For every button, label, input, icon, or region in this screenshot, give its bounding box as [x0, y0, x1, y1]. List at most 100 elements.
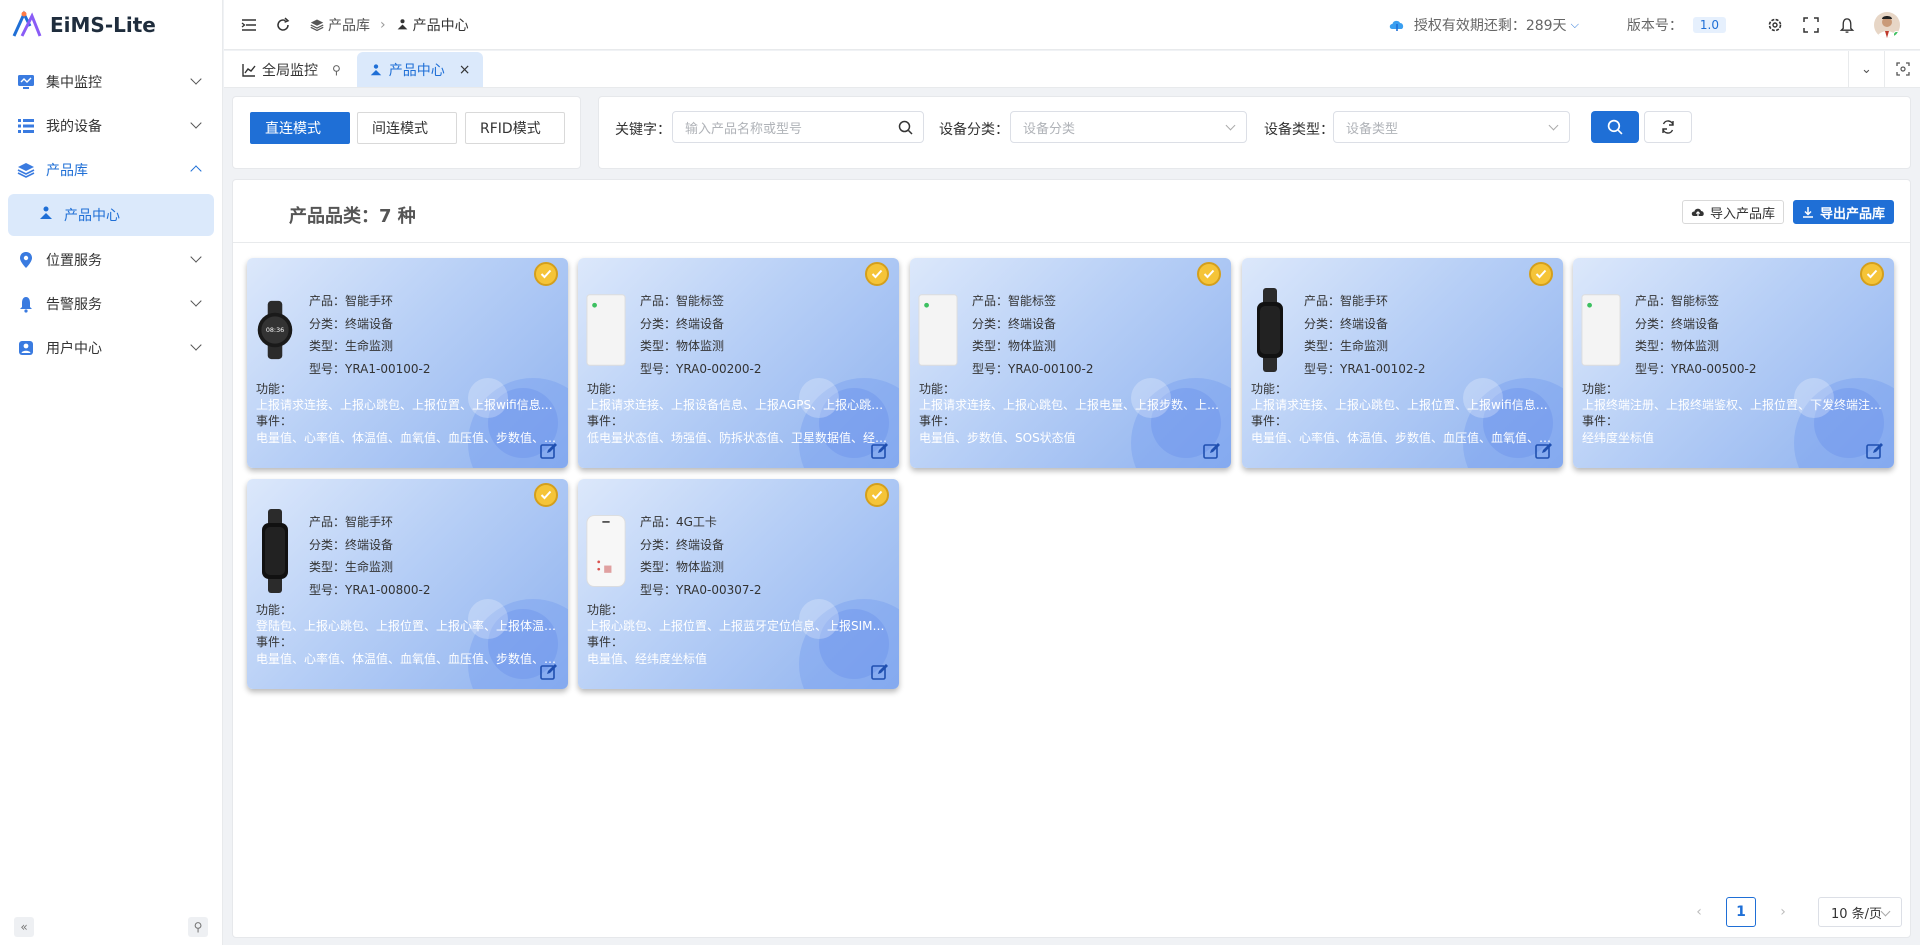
edit-icon[interactable] — [871, 442, 889, 460]
edit-icon[interactable] — [1866, 442, 1884, 460]
product-card[interactable]: 产品：智能标签 分类：终端设备 类型：物体监测 型号：YRA0-00100-2 … — [910, 258, 1231, 468]
notification-bell-icon[interactable] — [1838, 16, 1856, 34]
tab-label: 产品中心 — [388, 62, 445, 79]
product-panel-header: 产品品类：7 种 导入产品库 导出产品库 — [233, 180, 1910, 243]
tab-global-monitor[interactable]: 全局监控 ⚲ — [230, 52, 353, 87]
direct-mode-button[interactable]: 直连模式 — [250, 112, 350, 144]
refresh-icon[interactable] — [274, 16, 292, 34]
chevron-down-icon — [1225, 120, 1236, 131]
events-value: 电量值、心率值、体温值、血氧值、血压值、步数值、… — [256, 652, 557, 666]
menu-toggle-icon[interactable] — [240, 16, 258, 34]
reset-button[interactable] — [1644, 111, 1692, 143]
keyword-placeholder: 输入产品名称或型号 — [685, 121, 803, 137]
events-value: 电量值、经纬度坐标值 — [587, 652, 708, 666]
sidebar-item-location[interactable]: 位置服务 — [0, 238, 222, 282]
avatar[interactable] — [1874, 12, 1900, 38]
breadcrumb-parent[interactable]: 产品库 — [328, 15, 370, 35]
verified-badge-icon — [865, 483, 889, 507]
device-image — [586, 290, 626, 370]
prev-page-icon[interactable]: ‹ — [1684, 897, 1714, 927]
sidebar-item-product-center[interactable]: 产品中心 — [8, 194, 214, 236]
search-icon[interactable] — [898, 120, 913, 135]
product-model: 型号：YRA0-00100-2 — [972, 361, 1094, 376]
sidebar-item-devices[interactable]: 我的设备 — [0, 104, 222, 148]
device-image: 08:36 — [255, 290, 295, 370]
product-card[interactable]: 08:36 产品：智能手环 分类：终端设备 类型：生命监测 型号：YRA1-00… — [247, 258, 568, 468]
screenshot-icon[interactable] — [1884, 51, 1920, 87]
sidebar-item-alarm[interactable]: 告警服务 — [0, 282, 222, 326]
monitor-icon — [16, 72, 36, 92]
pin-icon[interactable]: ⚲ — [332, 63, 341, 77]
product-name: 产品：智能手环 — [309, 515, 394, 529]
logo: EiMS-Lite — [0, 0, 222, 50]
settings-icon[interactable] — [1766, 16, 1784, 34]
product-card[interactable]: 产品：智能标签 分类：终端设备 类型：物体监测 型号：YRA0-00200-2 … — [578, 258, 899, 468]
events-label: 事件： — [1582, 414, 1619, 428]
breadcrumb-current: 产品中心 — [412, 17, 469, 34]
product-name: 产品：智能手环 — [309, 294, 394, 308]
edit-icon[interactable] — [871, 663, 889, 681]
edit-icon[interactable] — [540, 442, 558, 460]
sidebar-item-user-center[interactable]: 用户中心 — [0, 326, 222, 370]
tab-bar: 全局监控 ⚲ 产品中心 × ⌄ — [224, 51, 1920, 88]
sidebar: EiMS-Lite 集中监控 我的设备 产品库 产品中心 位置服务 告警服务 用… — [0, 0, 223, 945]
sidebar-item-monitor[interactable]: 集中监控 — [0, 60, 222, 104]
page-size-select[interactable]: 10 条/页 — [1818, 897, 1902, 927]
close-icon[interactable]: × — [459, 62, 471, 78]
product-name: 产品：智能标签 — [972, 294, 1057, 308]
download-icon — [1803, 207, 1813, 218]
chevron-down-icon: ⌵ — [1570, 18, 1579, 31]
svg-text:08:36: 08:36 — [266, 327, 284, 334]
page-number[interactable]: 1 — [1726, 897, 1756, 927]
sidebar-item-label: 产品中心 — [64, 208, 120, 224]
functions-label: 功能： — [1582, 382, 1619, 396]
next-page-icon[interactable]: › — [1768, 897, 1798, 927]
type-select[interactable]: 设备类型 — [1333, 111, 1570, 143]
product-card[interactable]: 产品：智能手环 分类：终端设备 类型：生命监测 型号：YRA1-00102-2 … — [1242, 258, 1563, 468]
keyword-input[interactable]: 输入产品名称或型号 — [672, 111, 924, 143]
verified-badge-icon — [865, 262, 889, 286]
product-card[interactable]: 产品：智能手环 分类：终端设备 类型：生命监测 型号：YRA1-00800-2 … — [247, 479, 568, 689]
keyword-label: 关键字： — [615, 122, 671, 138]
logo-icon — [12, 10, 42, 37]
rfid-mode-button[interactable]: RFID模式 — [465, 112, 565, 144]
fullscreen-icon[interactable] — [1802, 16, 1820, 34]
pin-icon[interactable]: ⚲ — [188, 917, 208, 937]
tab-dropdown-icon[interactable]: ⌄ — [1848, 51, 1884, 87]
import-button[interactable]: 导入产品库 — [1682, 200, 1785, 224]
product-model: 型号：YRA0-00200-2 — [640, 361, 762, 376]
edit-icon[interactable] — [1535, 442, 1553, 460]
edit-icon[interactable] — [540, 663, 558, 681]
device-image — [1581, 290, 1621, 370]
functions-label: 功能： — [587, 603, 624, 617]
product-icon — [38, 205, 54, 225]
page-size-label: 10 条/页 — [1831, 906, 1883, 922]
indirect-mode-button[interactable]: 间连模式 — [357, 112, 457, 144]
location-icon — [16, 250, 36, 270]
search-button[interactable] — [1591, 111, 1639, 143]
functions-value: 上报请求连接、上报心跳包、上报电量、上报步数、上… — [919, 398, 1220, 412]
product-card[interactable]: 产品：智能标签 分类：终端设备 类型：物体监测 型号：YRA0-00500-2 … — [1573, 258, 1894, 468]
category-select[interactable]: 设备分类 — [1010, 111, 1247, 143]
tab-product-center[interactable]: 产品中心 × — [356, 52, 483, 87]
sidebar-item-product-library[interactable]: 产品库 — [0, 148, 222, 192]
product-type: 类型：生命监测 — [1304, 339, 1389, 353]
tab-label: 全局监控 — [262, 62, 318, 79]
functions-value: 登陆包、上报心跳包、上报位置、上报心率、上报体温… — [256, 619, 557, 633]
product-card[interactable]: 产品：4G工卡 分类：终端设备 类型：物体监测 型号：YRA0-00307-2 … — [578, 479, 899, 689]
product-name: 产品：智能标签 — [1635, 294, 1720, 308]
product-category: 分类：终端设备 — [640, 537, 725, 552]
events-value: 电量值、心率值、体温值、步数值、血压值、血氧值、… — [1251, 431, 1552, 445]
product-name: 产品：4G工卡 — [640, 515, 717, 529]
license-info[interactable]: 授权有效期还剩：289天 ⌵ — [1388, 15, 1579, 35]
collapse-sidebar-icon[interactable]: « — [14, 917, 34, 937]
type-placeholder: 设备类型 — [1346, 121, 1399, 137]
layers-icon — [16, 160, 36, 180]
chevron-down-icon — [190, 339, 202, 351]
events-label: 事件： — [1251, 414, 1288, 428]
edit-icon[interactable] — [1203, 442, 1221, 460]
events-label: 事件： — [256, 414, 293, 428]
refresh-icon — [1662, 120, 1674, 134]
events-label: 事件： — [587, 635, 624, 649]
export-button[interactable]: 导出产品库 — [1793, 200, 1895, 224]
